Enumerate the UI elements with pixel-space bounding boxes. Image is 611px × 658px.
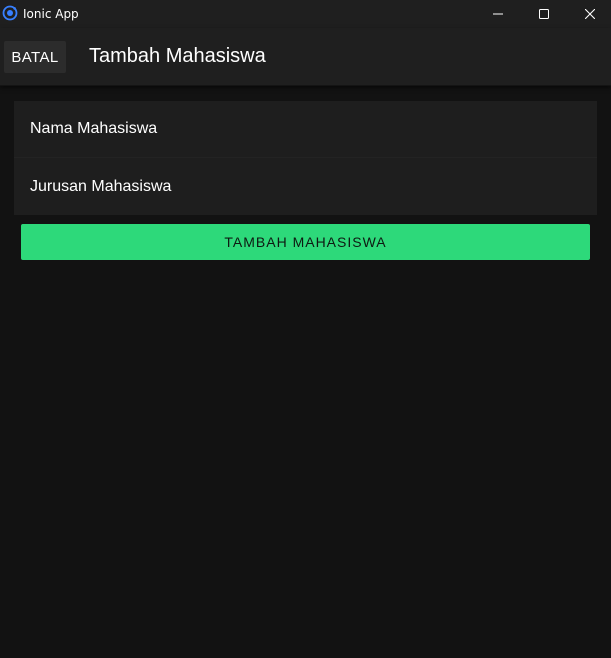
window-title: Ionic App bbox=[23, 7, 79, 21]
close-button[interactable] bbox=[567, 0, 611, 28]
app-header: BATAL Tambah Mahasiswa bbox=[0, 28, 611, 86]
major-field[interactable]: Jurusan Mahasiswa bbox=[14, 158, 597, 215]
minimize-button[interactable] bbox=[475, 0, 521, 28]
cancel-button[interactable]: BATAL bbox=[4, 41, 66, 73]
add-student-button[interactable]: TAMBAH MAHASISWA bbox=[21, 224, 590, 260]
window-titlebar: Ionic App bbox=[0, 0, 611, 28]
ionic-logo-icon bbox=[2, 5, 18, 21]
maximize-button[interactable] bbox=[521, 0, 567, 28]
page-title: Tambah Mahasiswa bbox=[89, 45, 266, 67]
form-list: Nama Mahasiswa Jurusan Mahasiswa bbox=[14, 101, 597, 215]
close-icon bbox=[585, 9, 595, 19]
name-field[interactable]: Nama Mahasiswa bbox=[14, 101, 597, 158]
minimize-icon bbox=[493, 13, 503, 15]
maximize-icon bbox=[539, 9, 549, 19]
